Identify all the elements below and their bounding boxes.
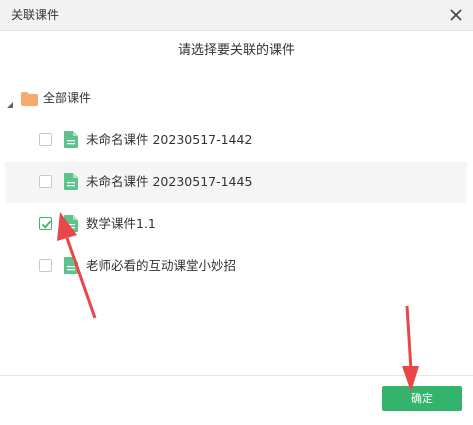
confirm-button[interactable]: 确定 (382, 386, 462, 411)
annotation-arrow-to-confirm (402, 305, 419, 392)
courseware-item[interactable]: 数学课件1.1 (5, 204, 467, 245)
courseware-name: 数学课件1.1 (86, 216, 156, 231)
courseware-name: 未命名课件 20230517-1442 (86, 132, 253, 147)
courseware-checkbox[interactable] (39, 259, 52, 272)
document-icon (64, 257, 78, 274)
courseware-checkbox-checked[interactable] (39, 217, 52, 230)
courseware-name: 未命名课件 20230517-1445 (86, 174, 253, 189)
document-icon (64, 131, 78, 148)
document-icon (64, 173, 78, 190)
courseware-name: 老师必看的互动课堂小妙招 (86, 258, 237, 273)
courseware-checkbox[interactable] (39, 175, 52, 188)
courseware-checkbox[interactable] (39, 133, 52, 146)
tree-root-label: 全部课件 (43, 91, 92, 105)
dialog-titlebar: 关联课件 (0, 0, 473, 31)
footer-divider (0, 375, 473, 376)
courseware-item[interactable]: 老师必看的互动课堂小妙招 (5, 246, 467, 287)
checkmark-icon (41, 220, 52, 229)
tree-root-all-courseware[interactable]: 全部课件 (0, 88, 473, 110)
collapse-triangle-icon[interactable] (6, 94, 14, 108)
folder-icon (21, 91, 38, 106)
courseware-item[interactable]: 未命名课件 20230517-1442 (5, 120, 467, 161)
dialog-subtitle: 请选择要关联的课件 (177, 43, 295, 58)
dialog-title: 关联课件 (11, 8, 60, 22)
document-icon (64, 215, 78, 232)
close-icon[interactable] (447, 6, 465, 24)
courseware-item[interactable]: 未命名课件 20230517-1445 (5, 162, 467, 203)
